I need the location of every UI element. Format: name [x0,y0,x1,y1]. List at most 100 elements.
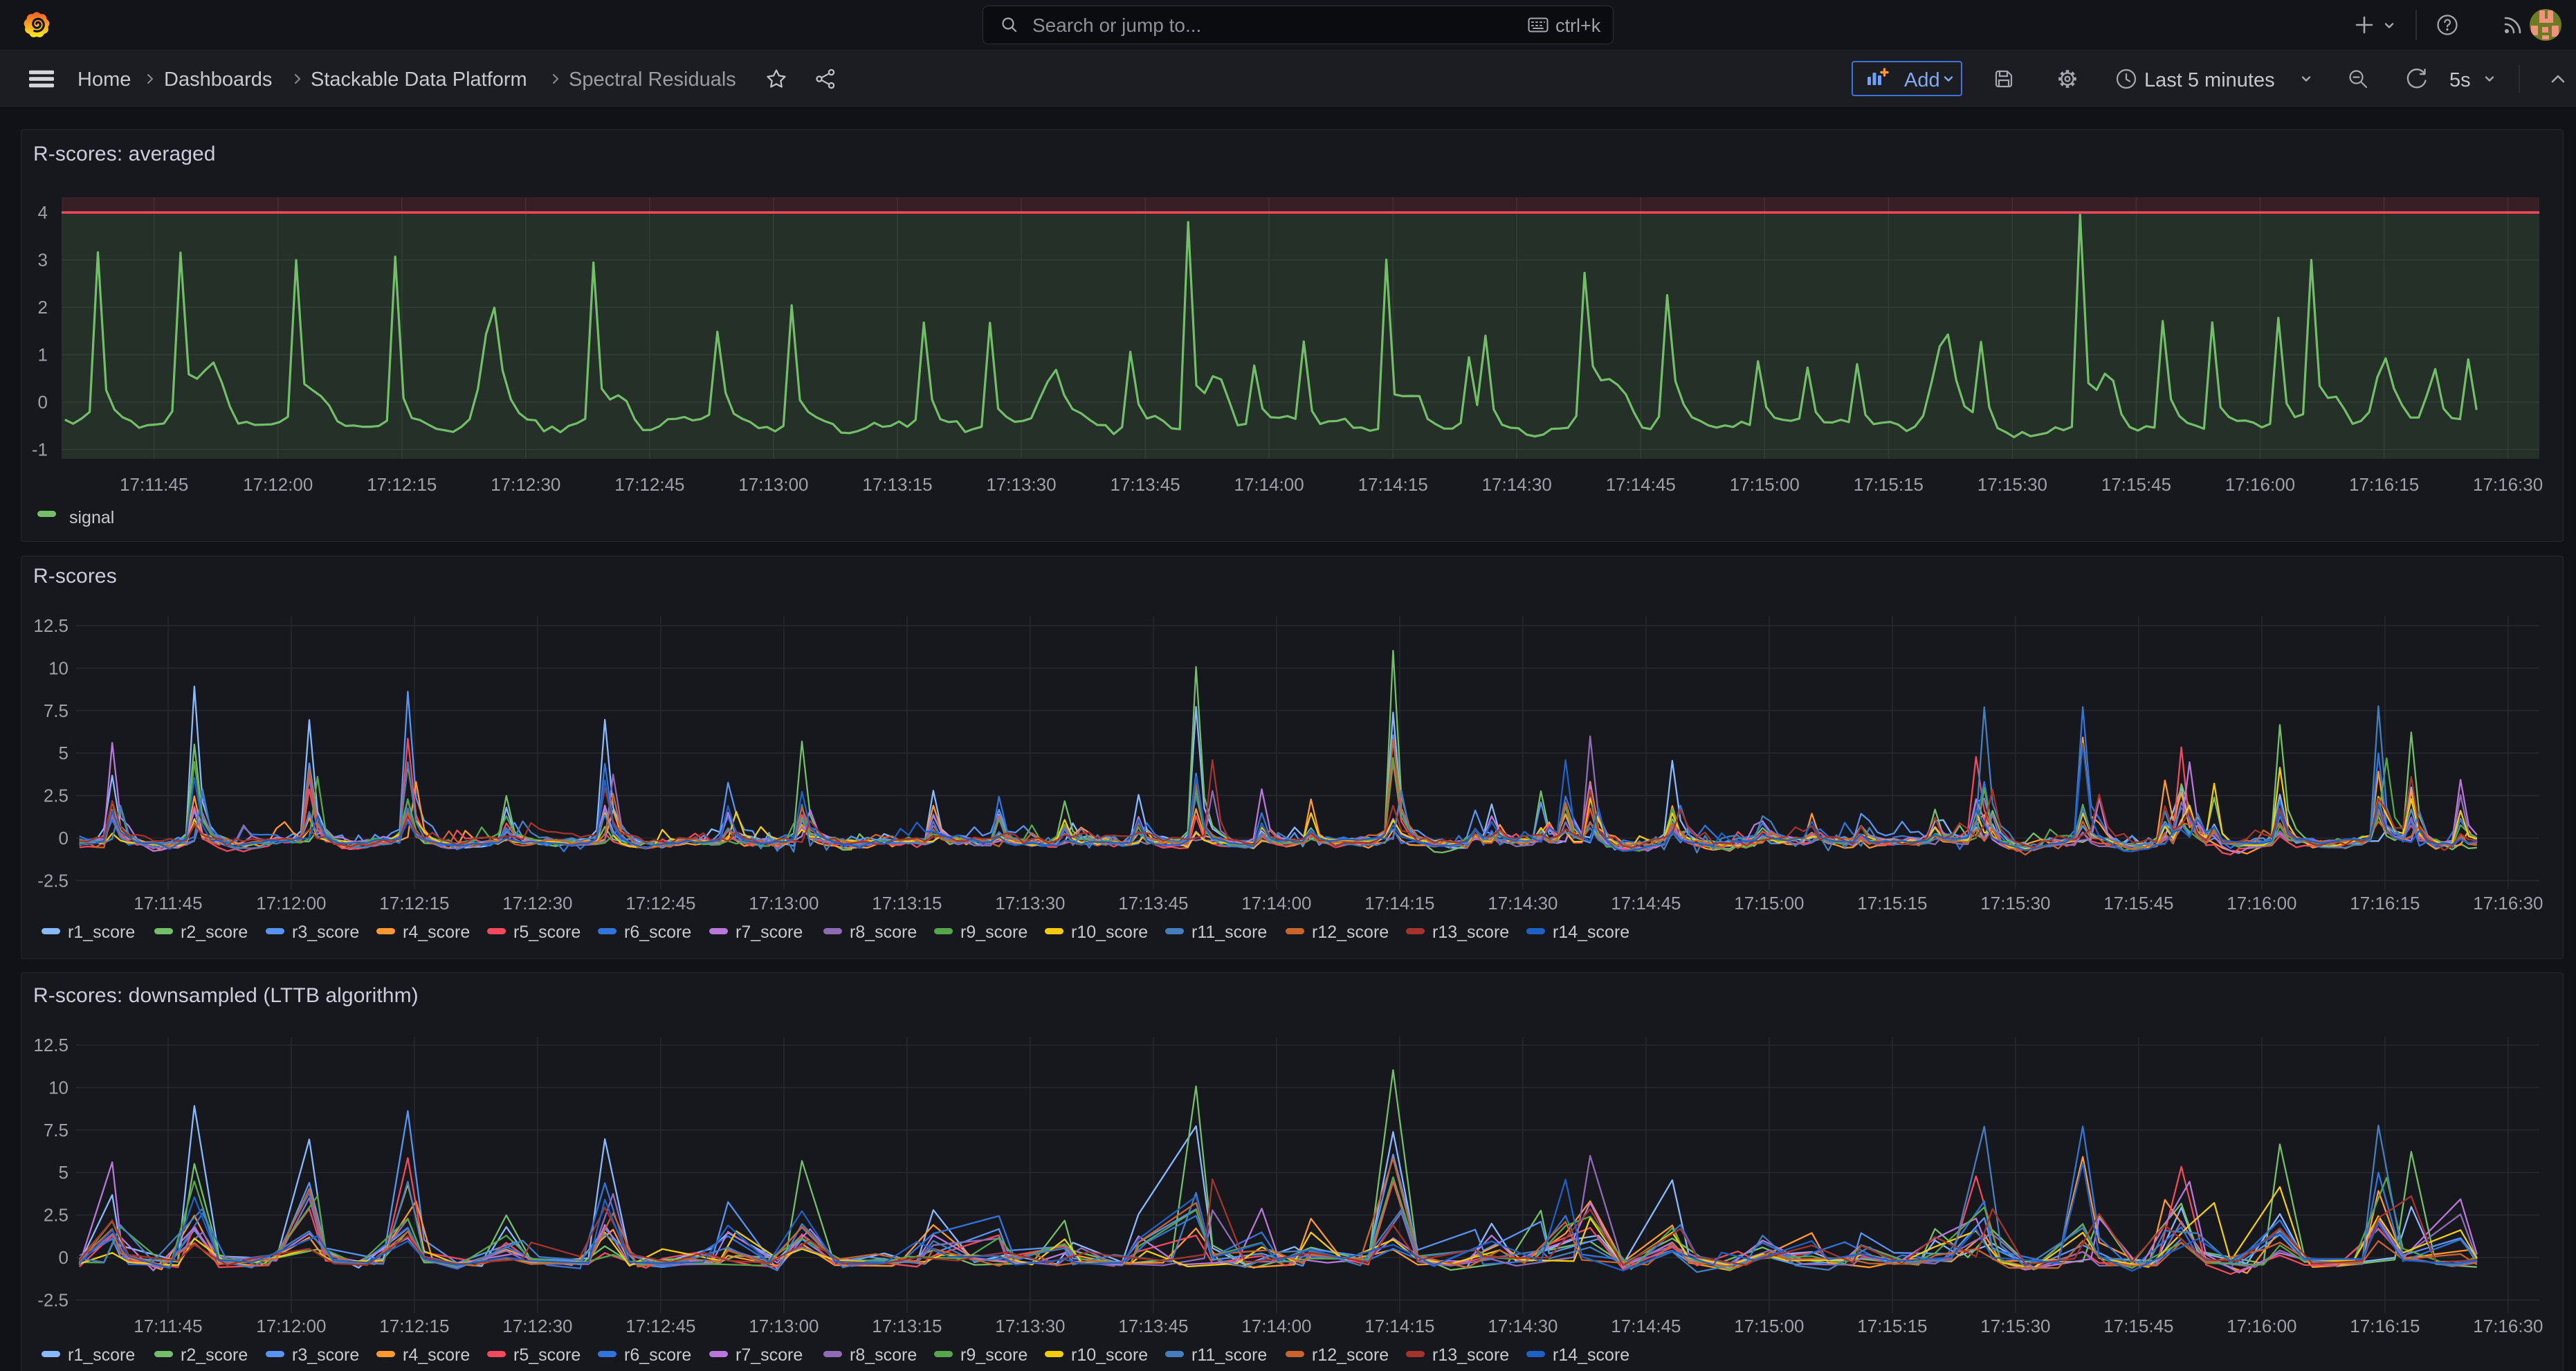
svg-text:17:15:00: 17:15:00 [1734,893,1804,914]
svg-text:17:15:30: 17:15:30 [1977,474,2047,495]
svg-text:17:15:15: 17:15:15 [1854,474,1924,495]
svg-text:r12_score: r12_score [1312,1345,1389,1365]
svg-text:r9_score: r9_score [960,1345,1027,1365]
svg-text:0: 0 [59,828,68,848]
svg-text:17:16:15: 17:16:15 [2350,1316,2420,1336]
svg-text:r3_score: r3_score [292,1345,359,1365]
svg-text:7.5: 7.5 [44,700,68,721]
svg-text:17:12:30: 17:12:30 [502,893,572,914]
svg-text:10: 10 [48,657,68,678]
svg-text:17:13:45: 17:13:45 [1110,474,1180,495]
svg-text:17:15:30: 17:15:30 [1980,893,2050,914]
svg-text:17:14:30: 17:14:30 [1482,474,1552,495]
svg-text:17:14:45: 17:14:45 [1611,893,1681,914]
svg-text:17:13:30: 17:13:30 [995,893,1065,914]
svg-text:17:14:15: 17:14:15 [1364,1316,1434,1336]
svg-text:r13_score: r13_score [1432,923,1509,942]
svg-text:17:13:30: 17:13:30 [995,1316,1065,1336]
svg-text:r10_score: r10_score [1071,1345,1148,1365]
svg-text:17:12:15: 17:12:15 [379,1316,449,1336]
svg-text:r7_score: r7_score [736,923,803,942]
svg-text:17:15:45: 17:15:45 [2101,474,2171,495]
svg-text:r8_score: r8_score [850,923,917,942]
svg-text:17:12:45: 17:12:45 [625,1316,695,1336]
svg-text:17:12:30: 17:12:30 [491,474,560,495]
svg-text:r1_score: r1_score [68,1345,135,1365]
svg-text:0: 0 [38,392,48,412]
svg-text:17:16:15: 17:16:15 [2350,893,2420,914]
svg-text:2.5: 2.5 [44,1205,68,1226]
svg-text:r4_score: r4_score [403,1345,470,1365]
svg-text:17:15:45: 17:15:45 [2103,1316,2173,1336]
svg-text:17:14:00: 17:14:00 [1241,1316,1311,1336]
svg-text:r5_score: r5_score [513,1345,581,1365]
svg-text:17:13:30: 17:13:30 [986,474,1056,495]
svg-text:17:16:15: 17:16:15 [2349,474,2419,495]
svg-text:3: 3 [38,250,48,271]
svg-text:17:14:45: 17:14:45 [1606,474,1676,495]
svg-text:17:12:30: 17:12:30 [502,1316,572,1336]
svg-text:r6_score: r6_score [624,923,691,942]
svg-text:17:14:15: 17:14:15 [1364,893,1434,914]
svg-text:17:14:30: 17:14:30 [1488,893,1558,914]
svg-text:17:11:45: 17:11:45 [134,893,202,914]
svg-text:-2.5: -2.5 [37,870,68,891]
svg-text:2: 2 [38,297,48,318]
svg-text:2.5: 2.5 [44,786,68,806]
svg-text:17:11:45: 17:11:45 [120,474,188,495]
svg-text:17:12:00: 17:12:00 [256,1316,326,1336]
svg-text:r7_score: r7_score [736,1345,803,1365]
svg-text:17:11:45: 17:11:45 [134,1316,202,1336]
svg-text:17:14:45: 17:14:45 [1611,1316,1681,1336]
svg-text:0: 0 [59,1247,68,1268]
svg-text:signal: signal [69,508,114,527]
svg-text:17:14:15: 17:14:15 [1358,474,1428,495]
svg-text:17:15:15: 17:15:15 [1857,1316,1927,1336]
svg-text:7.5: 7.5 [44,1120,68,1141]
svg-text:17:12:45: 17:12:45 [625,893,695,914]
svg-text:17:14:00: 17:14:00 [1234,474,1304,495]
svg-text:17:14:30: 17:14:30 [1488,1316,1558,1336]
svg-text:17:13:15: 17:13:15 [872,1316,942,1336]
svg-text:r2_score: r2_score [181,923,248,942]
svg-text:17:13:00: 17:13:00 [749,893,819,914]
svg-text:17:13:45: 17:13:45 [1118,1316,1188,1336]
svg-text:17:16:30: 17:16:30 [2473,1316,2543,1336]
svg-text:r9_score: r9_score [960,923,1027,942]
svg-text:17:16:00: 17:16:00 [2227,1316,2296,1336]
svg-text:5: 5 [59,1162,68,1183]
svg-text:17:15:30: 17:15:30 [1980,1316,2050,1336]
svg-text:r5_score: r5_score [513,923,581,942]
svg-text:10: 10 [48,1077,68,1098]
svg-text:17:15:00: 17:15:00 [1734,1316,1804,1336]
svg-text:r10_score: r10_score [1071,923,1148,942]
svg-text:r12_score: r12_score [1312,923,1389,942]
svg-text:17:15:45: 17:15:45 [2103,893,2173,914]
svg-text:r1_score: r1_score [68,923,135,942]
svg-text:r2_score: r2_score [181,1345,248,1365]
svg-text:r11_score: r11_score [1191,1345,1267,1365]
svg-text:r3_score: r3_score [292,923,359,942]
svg-text:17:13:15: 17:13:15 [862,474,932,495]
svg-text:17:15:15: 17:15:15 [1857,893,1927,914]
svg-text:r13_score: r13_score [1432,1345,1509,1365]
svg-text:17:16:30: 17:16:30 [2473,474,2543,495]
svg-text:-1: -1 [32,439,48,460]
svg-text:-2.5: -2.5 [37,1289,68,1310]
svg-text:1: 1 [38,345,48,365]
svg-text:17:13:15: 17:13:15 [872,893,942,914]
svg-text:17:16:00: 17:16:00 [2227,893,2296,914]
svg-text:17:13:00: 17:13:00 [749,1316,819,1336]
svg-text:12.5: 12.5 [33,1035,68,1055]
svg-text:r14_score: r14_score [1553,1345,1629,1365]
svg-text:17:13:00: 17:13:00 [738,474,808,495]
svg-text:17:15:00: 17:15:00 [1730,474,1800,495]
svg-text:r11_score: r11_score [1191,923,1267,942]
svg-text:r4_score: r4_score [403,923,470,942]
svg-text:r6_score: r6_score [624,1345,691,1365]
svg-text:17:14:00: 17:14:00 [1241,893,1311,914]
svg-text:5: 5 [59,743,68,763]
svg-text:12.5: 12.5 [33,615,68,636]
svg-text:r14_score: r14_score [1553,923,1629,942]
svg-text:17:13:45: 17:13:45 [1118,893,1188,914]
